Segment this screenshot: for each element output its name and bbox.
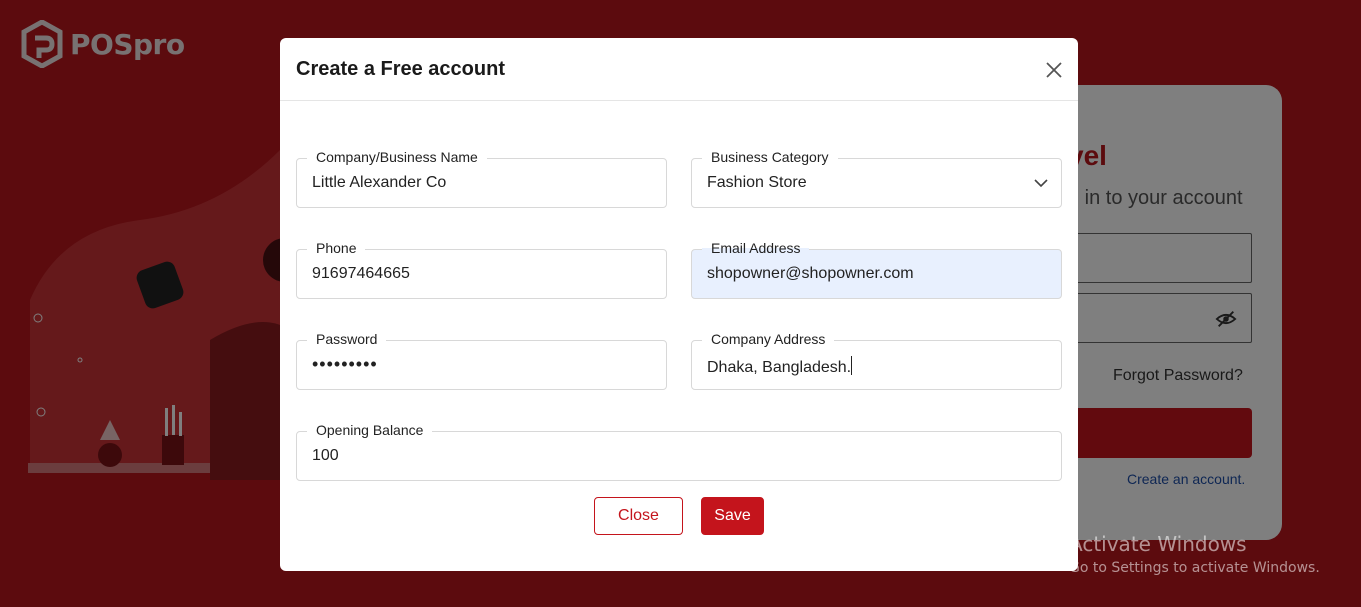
phone-value: 91697464665 bbox=[312, 265, 410, 282]
watermark-subtitle: Go to Settings to activate Windows. bbox=[1069, 560, 1320, 576]
business-category-select[interactable]: Business Category Fashion Store bbox=[691, 147, 1062, 208]
watermark-title: Activate Windows bbox=[1069, 532, 1247, 556]
company-name-label: Company/Business Name bbox=[307, 147, 487, 167]
opening-balance-label: Opening Balance bbox=[307, 420, 433, 440]
company-name-field[interactable]: Company/Business Name Little Alexander C… bbox=[296, 147, 667, 208]
password-field[interactable]: Password ••••••••• bbox=[296, 329, 667, 390]
text-cursor bbox=[851, 356, 853, 375]
modal-title: Create a Free account bbox=[296, 58, 505, 80]
business-category-value: Fashion Store bbox=[707, 174, 807, 191]
password-value: ••••••••• bbox=[312, 354, 378, 374]
company-address-field[interactable]: Company Address Dhaka, Bangladesh. bbox=[691, 329, 1062, 390]
email-label: Email Address bbox=[702, 238, 810, 258]
modal-header: Create a Free account bbox=[280, 38, 1078, 101]
company-address-value: Dhaka, Bangladesh. bbox=[707, 359, 852, 376]
phone-label: Phone bbox=[307, 238, 366, 258]
create-account-modal: Create a Free account Company/Business N… bbox=[280, 38, 1078, 571]
email-field[interactable]: Email Address shopowner@shopowner.com bbox=[691, 238, 1062, 299]
email-value: shopowner@shopowner.com bbox=[707, 265, 914, 282]
phone-field[interactable]: Phone 91697464665 bbox=[296, 238, 667, 299]
save-button[interactable]: Save bbox=[701, 497, 764, 535]
company-address-wrap: Dhaka, Bangladesh. bbox=[707, 356, 853, 377]
opening-balance-field[interactable]: Opening Balance 100 bbox=[296, 420, 1062, 481]
business-category-label: Business Category bbox=[702, 147, 838, 167]
password-label: Password bbox=[307, 329, 387, 349]
company-address-label: Company Address bbox=[702, 329, 835, 349]
chevron-down-icon[interactable] bbox=[1033, 175, 1049, 191]
close-button[interactable]: Close bbox=[594, 497, 683, 535]
opening-balance-value: 100 bbox=[312, 447, 339, 464]
close-icon[interactable] bbox=[1042, 58, 1066, 82]
windows-activation-watermark: Activate Windows Go to Settings to activ… bbox=[1069, 532, 1320, 576]
company-name-value: Little Alexander Co bbox=[312, 174, 447, 191]
